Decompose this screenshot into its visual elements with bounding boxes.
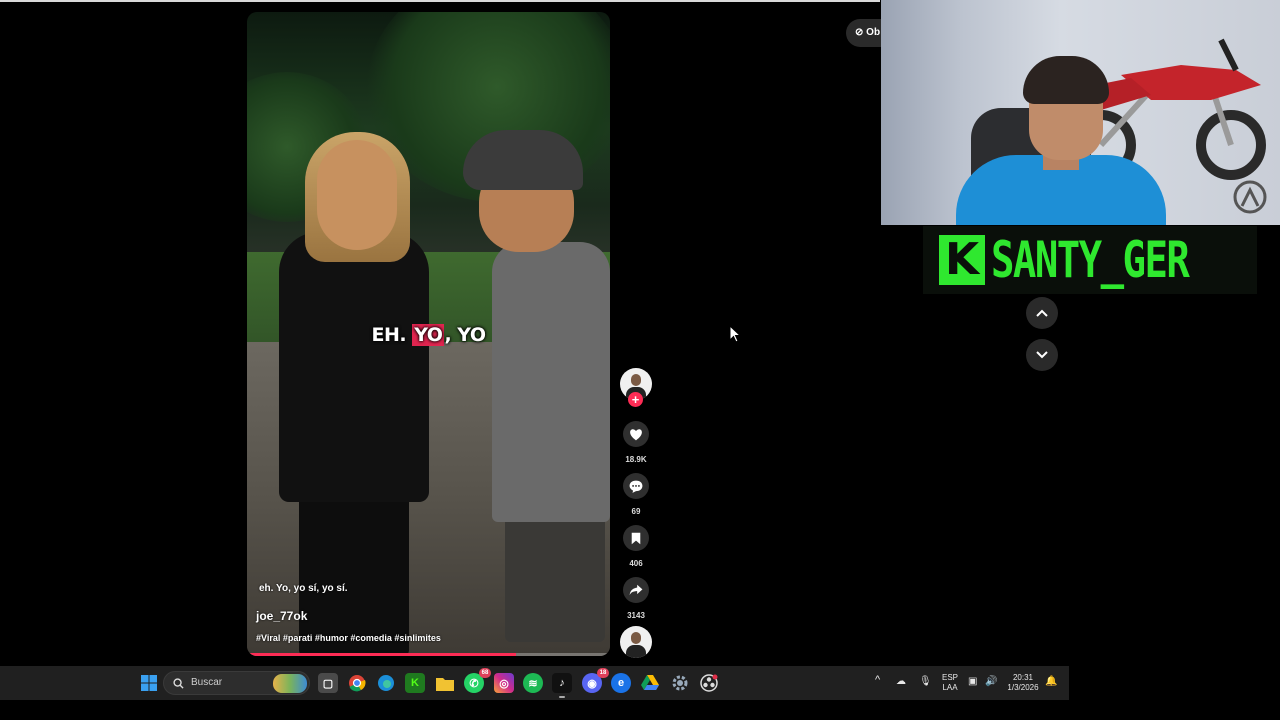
clock[interactable]: 20:31 1/3/2026 — [1003, 673, 1043, 693]
browser-edge — [0, 0, 880, 2]
discord-icon[interactable]: ◉ 18 — [582, 668, 609, 693]
network-icon[interactable]: ▣ — [968, 677, 977, 687]
share-arrow-icon — [629, 584, 643, 596]
screen: EH. YO, YO eh. Yo, yo sí, yo sí. joe_77o… — [0, 0, 1280, 720]
search-placeholder: Buscar — [191, 677, 223, 688]
chevron-up-icon — [1036, 309, 1048, 317]
person-right — [492, 242, 610, 522]
bookmark-icon — [631, 532, 641, 544]
settings-gear-icon[interactable] — [670, 673, 690, 693]
previous-video-button[interactable] — [1026, 297, 1058, 329]
taskbar-search[interactable]: Buscar — [163, 671, 310, 695]
top-pill-label: Ob — [866, 27, 881, 38]
whatsapp-badge: 68 — [479, 668, 491, 678]
like-button[interactable] — [623, 421, 649, 447]
windows-taskbar: Buscar ▢ K ✆ 68 ◎ ≋ ♪ ◉ 18 e ^ ☁ 🎙 ESP L… — [0, 666, 1069, 700]
spotify-icon[interactable]: ≋ — [523, 673, 543, 693]
top-pill-button[interactable]: ⊘ Ob — [846, 19, 886, 47]
search-highlight-image — [273, 674, 307, 693]
streamer-nameplate: K SANTY_GER — [923, 226, 1257, 294]
person-right-cap — [463, 130, 583, 190]
video-player[interactable]: EH. YO, YO eh. Yo, yo sí, yo sí. joe_77o… — [247, 12, 610, 656]
video-caption-overlay: EH. YO, YO — [371, 324, 486, 346]
start-button[interactable] — [139, 673, 159, 693]
share-button[interactable] — [623, 577, 649, 603]
chrome-icon[interactable] — [347, 673, 367, 693]
chevron-down-icon — [1036, 351, 1048, 359]
video-progress-fill — [247, 653, 516, 656]
obs-icon[interactable] — [699, 673, 719, 693]
person-left-face — [317, 140, 397, 250]
active-indicator — [559, 696, 565, 698]
kick-logo-icon: K — [939, 235, 985, 285]
sound-avatar[interactable] — [620, 626, 652, 658]
edge-icon[interactable] — [376, 673, 396, 693]
save-count: 406 — [629, 559, 643, 568]
streamer-name: SANTY_GER — [991, 231, 1190, 289]
video-hashtags[interactable]: #Viral #parati #humor #comedia #sinlimit… — [256, 633, 441, 643]
kick-app-icon[interactable]: K — [405, 673, 425, 693]
whatsapp-icon[interactable]: ✆ 68 — [464, 668, 491, 693]
comment-count: 69 — [631, 507, 641, 516]
instagram-icon[interactable]: ◎ — [494, 673, 514, 693]
comment-icon — [629, 480, 643, 493]
stream-logo-icon — [1233, 180, 1267, 214]
tiktok-icon[interactable]: ♪ — [552, 673, 572, 698]
person-right-shorts — [505, 512, 605, 642]
windows-icon — [141, 675, 157, 691]
webcam-feed — [881, 0, 1280, 225]
follow-plus-icon[interactable]: + — [628, 392, 643, 407]
volume-icon[interactable]: 🔊 — [985, 677, 997, 687]
task-view-icon[interactable]: ▢ — [318, 673, 338, 693]
comment-button[interactable] — [623, 473, 649, 499]
browser-icon[interactable]: e — [611, 673, 631, 693]
save-button[interactable] — [623, 525, 649, 551]
video-progress-bar[interactable] — [247, 653, 610, 656]
share-count: 3143 — [627, 611, 645, 620]
link-icon: ⊘ — [855, 27, 864, 38]
discord-badge: 18 — [597, 668, 609, 678]
video-subtitle: eh. Yo, yo sí, yo sí. — [259, 583, 348, 594]
microphone-icon[interactable]: 🎙 — [919, 677, 932, 687]
next-video-button[interactable] — [1026, 339, 1058, 371]
search-icon — [173, 678, 184, 689]
google-drive-icon[interactable] — [640, 673, 660, 693]
mouse-cursor-icon — [729, 325, 741, 343]
person-left — [279, 232, 429, 502]
heart-icon — [630, 428, 642, 440]
notifications-icon[interactable]: 🔔 — [1045, 677, 1057, 687]
file-explorer-icon[interactable] — [435, 673, 455, 693]
person-left-legs — [299, 482, 409, 656]
like-count: 18.9K — [625, 455, 647, 464]
language-indicator[interactable]: ESP LAA — [940, 673, 960, 693]
onedrive-icon[interactable]: ☁ — [896, 677, 906, 687]
tray-overflow-chevron-icon[interactable]: ^ — [875, 675, 880, 686]
video-username[interactable]: joe_77ok — [256, 609, 307, 623]
